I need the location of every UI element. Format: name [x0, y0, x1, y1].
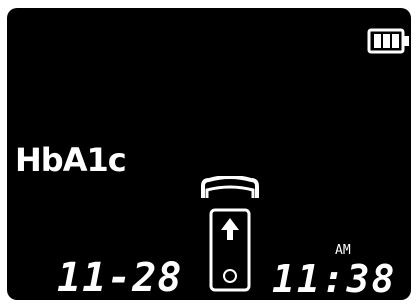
date-readout: 11-28: [57, 255, 183, 300]
test-cartridge-icon: [201, 176, 259, 292]
cartridge-lid-icon: [201, 176, 259, 198]
battery-full-icon: [367, 28, 409, 54]
test-name-label: HbA1c: [15, 141, 127, 179]
time-readout: 11:38: [272, 257, 397, 300]
device-display: HbA1c 11-28 AM 11:38: [7, 8, 411, 300]
am-pm-indicator: AM: [335, 243, 351, 258]
